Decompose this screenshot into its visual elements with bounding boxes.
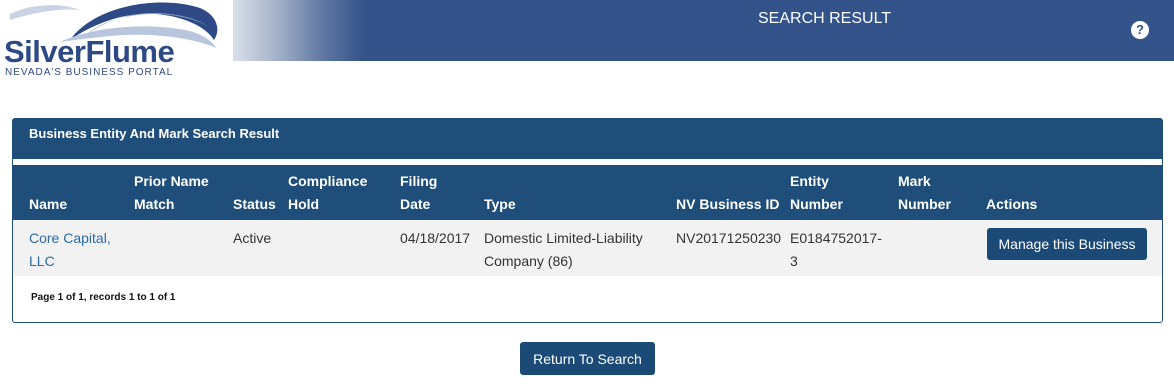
type-line1: Domestic Limited-Liability	[484, 230, 643, 246]
column-header-prior-name-line1[interactable]: Prior Name	[134, 170, 209, 193]
pagination-info: Page 1 of 1, records 1 to 1 of 1	[31, 292, 176, 303]
logo-wordmark: SilverFlume	[4, 34, 175, 69]
type-cell: Domestic Limited-Liability Company (86)	[484, 227, 643, 273]
column-header-status[interactable]: Status	[233, 193, 276, 216]
panel-header: Business Entity And Mark Search Result	[13, 119, 1162, 159]
column-header-actions: Actions	[986, 196, 1038, 212]
type-line2: Company (86)	[484, 253, 573, 269]
panel-title: Business Entity And Mark Search Result	[29, 126, 280, 141]
column-header-filing-line2[interactable]: Date	[400, 193, 430, 216]
column-header-type[interactable]: Type	[484, 193, 516, 216]
entity-name-line1[interactable]: Core Capital,	[29, 230, 111, 246]
logo-tagline: NEVADA'S BUSINESS PORTAL	[5, 67, 174, 78]
column-header-entity-line2[interactable]: Number	[790, 193, 843, 216]
entity-number-line2: 3	[790, 253, 798, 269]
column-header-name[interactable]: Name	[29, 193, 67, 216]
status-cell: Active	[233, 230, 272, 246]
return-to-search-button[interactable]: Return To Search	[520, 342, 655, 375]
column-header-mark-line1[interactable]: Mark	[898, 170, 931, 193]
table-header: Name Prior Name Match Status Compliance …	[13, 165, 1162, 220]
column-header-nv-business-id[interactable]: NV Business ID	[676, 193, 779, 216]
nv-business-id-cell: NV20171250230	[676, 230, 782, 246]
column-header-compliance-line2[interactable]: Hold	[288, 193, 319, 216]
column-header-entity-line1[interactable]: Entity	[790, 170, 829, 193]
entity-name-line2[interactable]: LLC	[29, 253, 55, 269]
table-row: Core Capital, LLC Active 04/18/2017 Dome…	[13, 220, 1162, 276]
search-results-panel: Business Entity And Mark Search Result N…	[12, 118, 1163, 323]
help-icon[interactable]: ?	[1131, 21, 1149, 39]
column-header-compliance-line1[interactable]: Compliance	[288, 170, 367, 193]
column-header-filing-line1[interactable]: Filing	[400, 170, 437, 193]
silverflume-logo[interactable]: SilverFlume NEVADA'S BUSINESS PORTAL	[0, 0, 233, 78]
column-header-mark-line2[interactable]: Number	[898, 193, 951, 216]
entity-number-cell: E0184752017- 3	[790, 227, 882, 273]
entity-name-link[interactable]: Core Capital, LLC	[29, 227, 111, 273]
column-header-prior-name-line2[interactable]: Match	[134, 193, 174, 216]
filing-date-cell: 04/18/2017	[400, 230, 471, 246]
header-banner: SEARCH RESULT ?	[233, 0, 1174, 61]
page-title: SEARCH RESULT	[758, 10, 892, 27]
page-header: SilverFlume NEVADA'S BUSINESS PORTAL SEA…	[0, 0, 1174, 78]
entity-number-line1: E0184752017-	[790, 230, 882, 246]
manage-business-button[interactable]: Manage this Business	[987, 228, 1147, 260]
